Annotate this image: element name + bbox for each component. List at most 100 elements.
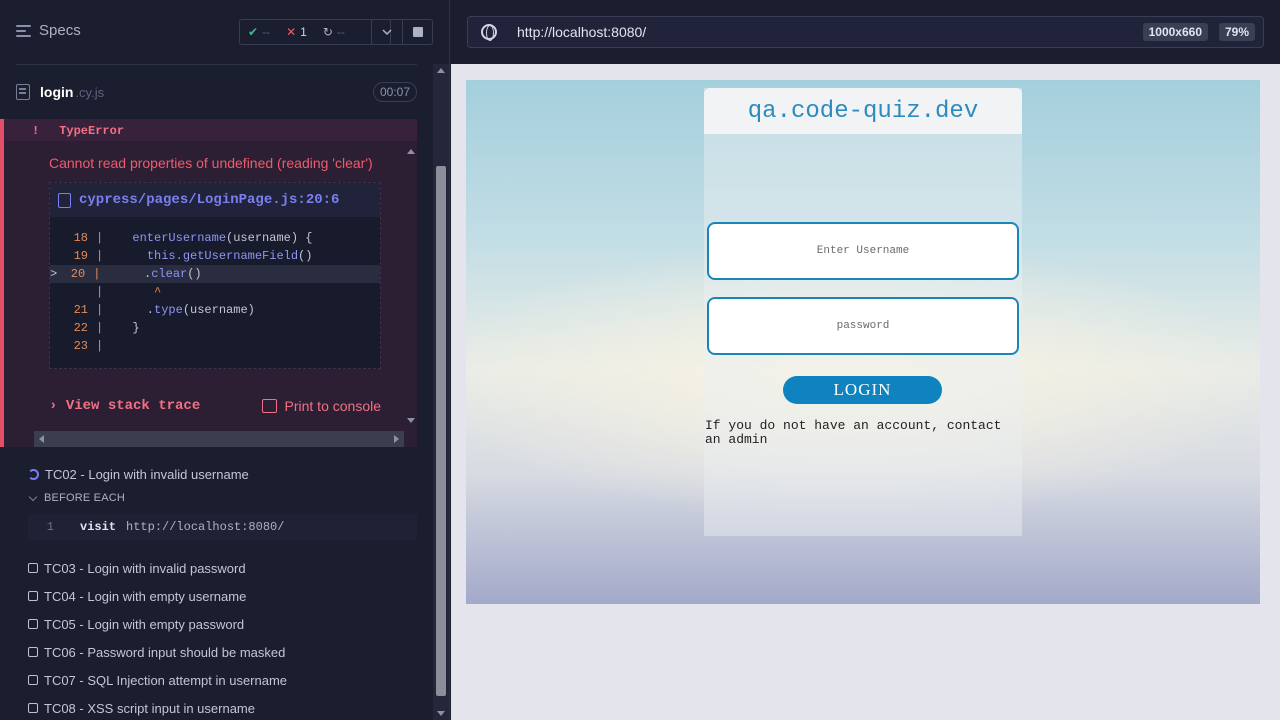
test-item[interactable]: TC05 - Login with empty password: [28, 614, 244, 634]
failed-stat: ✕ 1: [278, 25, 315, 39]
code-token-caret: ^: [154, 285, 162, 299]
print-to-console-button[interactable]: Print to console: [261, 398, 382, 414]
error-vertical-scrollbar[interactable]: [404, 145, 417, 427]
scroll-down-icon: [437, 711, 445, 716]
code-token-fn: enterUsername: [132, 231, 227, 245]
test-title: TC08 - XSS script input in username: [44, 700, 255, 716]
pending-box-icon: [28, 647, 38, 657]
file-icon: [58, 192, 71, 208]
error-marker: !: [32, 124, 40, 138]
test-title: TC04 - Login with empty username: [44, 588, 247, 604]
stack-label: View stack trace: [65, 398, 201, 414]
pending-count: --: [336, 25, 345, 39]
test-title: TC05 - Login with empty password: [44, 616, 245, 632]
code-text: .clear(): [115, 267, 202, 281]
test-item[interactable]: TC04 - Login with empty username: [28, 586, 246, 606]
reporter-panel: Specs ✔ -- ✕ 1 ↻ -- login .cy.js 00:07 !…: [0, 0, 450, 720]
command-row[interactable]: 1 visit http://localhost:8080/: [28, 514, 417, 540]
before-each-hook[interactable]: BEFORE EACH: [28, 492, 125, 504]
spinner-icon: ↻: [322, 25, 333, 39]
line-number: 18: [73, 231, 88, 245]
spec-extension: .cy.js: [75, 84, 105, 100]
line-number: 21: [73, 303, 88, 317]
test-title: TC06 - Password input should be masked: [44, 644, 286, 660]
test-item[interactable]: TC08 - XSS script input in username: [28, 698, 255, 718]
error-horizontal-scrollbar[interactable]: [34, 431, 404, 447]
code-line: 23 |: [50, 337, 380, 355]
aut-area: qa.code-quiz.dev LOGIN If you do not hav…: [451, 64, 1280, 720]
gutter-pipe: |: [96, 339, 104, 353]
url-bar[interactable]: http://localhost:8080/ 1000x660 79%: [467, 16, 1264, 48]
pending-stat: ↻ --: [315, 25, 353, 39]
print-label: Print to console: [284, 398, 382, 414]
line-number: 19: [73, 249, 88, 263]
error-message: Cannot read properties of undefined (rea…: [49, 155, 373, 171]
gutter-pipe: |: [96, 249, 104, 263]
code-token-pre: [118, 231, 132, 245]
pending-box-icon: [28, 619, 38, 629]
login-card: qa.code-quiz.dev LOGIN If you do not hav…: [704, 88, 1022, 536]
gutter-pipe: |: [96, 231, 104, 245]
scrollbar-thumb[interactable]: [436, 166, 446, 696]
test-item[interactable]: TC07 - SQL Injection attempt in username: [28, 670, 287, 690]
password-input[interactable]: [707, 297, 1019, 355]
test-running[interactable]: TC02 - Login with invalid username: [28, 464, 249, 484]
menu-icon: [16, 24, 31, 37]
code-line: | ^: [50, 283, 380, 301]
command-number: 1: [46, 520, 54, 534]
code-file-path: cypress/pages/LoginPage.js:20:6: [79, 192, 340, 208]
app-title: qa.code-quiz.dev: [704, 88, 1022, 134]
code-token-post: (username): [182, 303, 255, 317]
stop-button[interactable]: [403, 19, 433, 45]
viewport-size-badge[interactable]: 1000x660: [1142, 23, 1208, 41]
test-title: TC03 - Login with invalid password: [44, 560, 246, 576]
spec-name: login: [40, 84, 74, 100]
app-iframe: qa.code-quiz.dev LOGIN If you do not hav…: [466, 80, 1260, 604]
spec-duration: 00:07: [372, 82, 417, 102]
passed-count: --: [262, 25, 271, 39]
code-token-pre: [118, 249, 147, 263]
code-token-post: (): [298, 249, 313, 263]
code-token-fn: clear: [151, 267, 188, 281]
current-line-marker: >: [50, 267, 58, 281]
username-input[interactable]: [707, 222, 1019, 280]
gutter-pipe: |: [96, 303, 104, 317]
gutter-pipe: |: [96, 285, 104, 299]
code-file-link[interactable]: cypress/pages/LoginPage.js:20:6: [50, 183, 380, 217]
code-line: >20 | .clear(): [50, 265, 380, 283]
specs-toggle[interactable]: Specs: [16, 22, 81, 39]
code-frame: cypress/pages/LoginPage.js:20:6 18 | ente…: [49, 182, 381, 369]
code-token-post: (): [187, 267, 202, 281]
command-message: http://localhost:8080/: [126, 520, 285, 534]
code-token-pre: }: [118, 321, 140, 335]
login-button[interactable]: LOGIN: [783, 376, 942, 404]
view-stack-trace-button[interactable]: › View stack trace: [49, 398, 200, 414]
line-number: 23: [73, 339, 88, 353]
code-line: 18 | enterUsername(username) {: [50, 229, 380, 247]
spec-title-row[interactable]: login .cy.js 00:07: [16, 78, 417, 106]
options-button[interactable]: [371, 19, 403, 45]
globe-icon: [481, 24, 497, 41]
pending-box-icon: [28, 703, 38, 713]
reporter-scrollbar[interactable]: [433, 64, 449, 720]
error-type: TypeError: [59, 124, 125, 138]
account-note: If you do not have an account, contact a…: [705, 418, 1002, 447]
check-icon: ✔: [248, 25, 259, 39]
aut-header: http://localhost:8080/ 1000x660 79%: [451, 0, 1280, 64]
gutter-pipe: |: [96, 321, 104, 335]
chevron-down-icon: [28, 492, 38, 501]
zoom-badge[interactable]: 79%: [1218, 23, 1255, 41]
running-spinner-icon: [28, 468, 39, 480]
x-icon: ✕: [286, 25, 297, 39]
test-item[interactable]: TC06 - Password input should be masked: [28, 642, 285, 662]
code-text: this.getUsernameField(): [118, 249, 313, 263]
code-text: ^: [118, 285, 161, 299]
code-token-pre: .: [115, 267, 152, 281]
divider: [16, 64, 417, 65]
test-title: TC02 - Login with invalid username: [45, 466, 249, 482]
code-line: 19 | this.getUsernameField(): [50, 247, 380, 265]
code-text: .type(username): [118, 303, 255, 317]
error-title: ! TypeError: [32, 121, 124, 141]
code-text: enterUsername(username) {: [118, 231, 312, 245]
test-item[interactable]: TC03 - Login with invalid password: [28, 558, 246, 578]
